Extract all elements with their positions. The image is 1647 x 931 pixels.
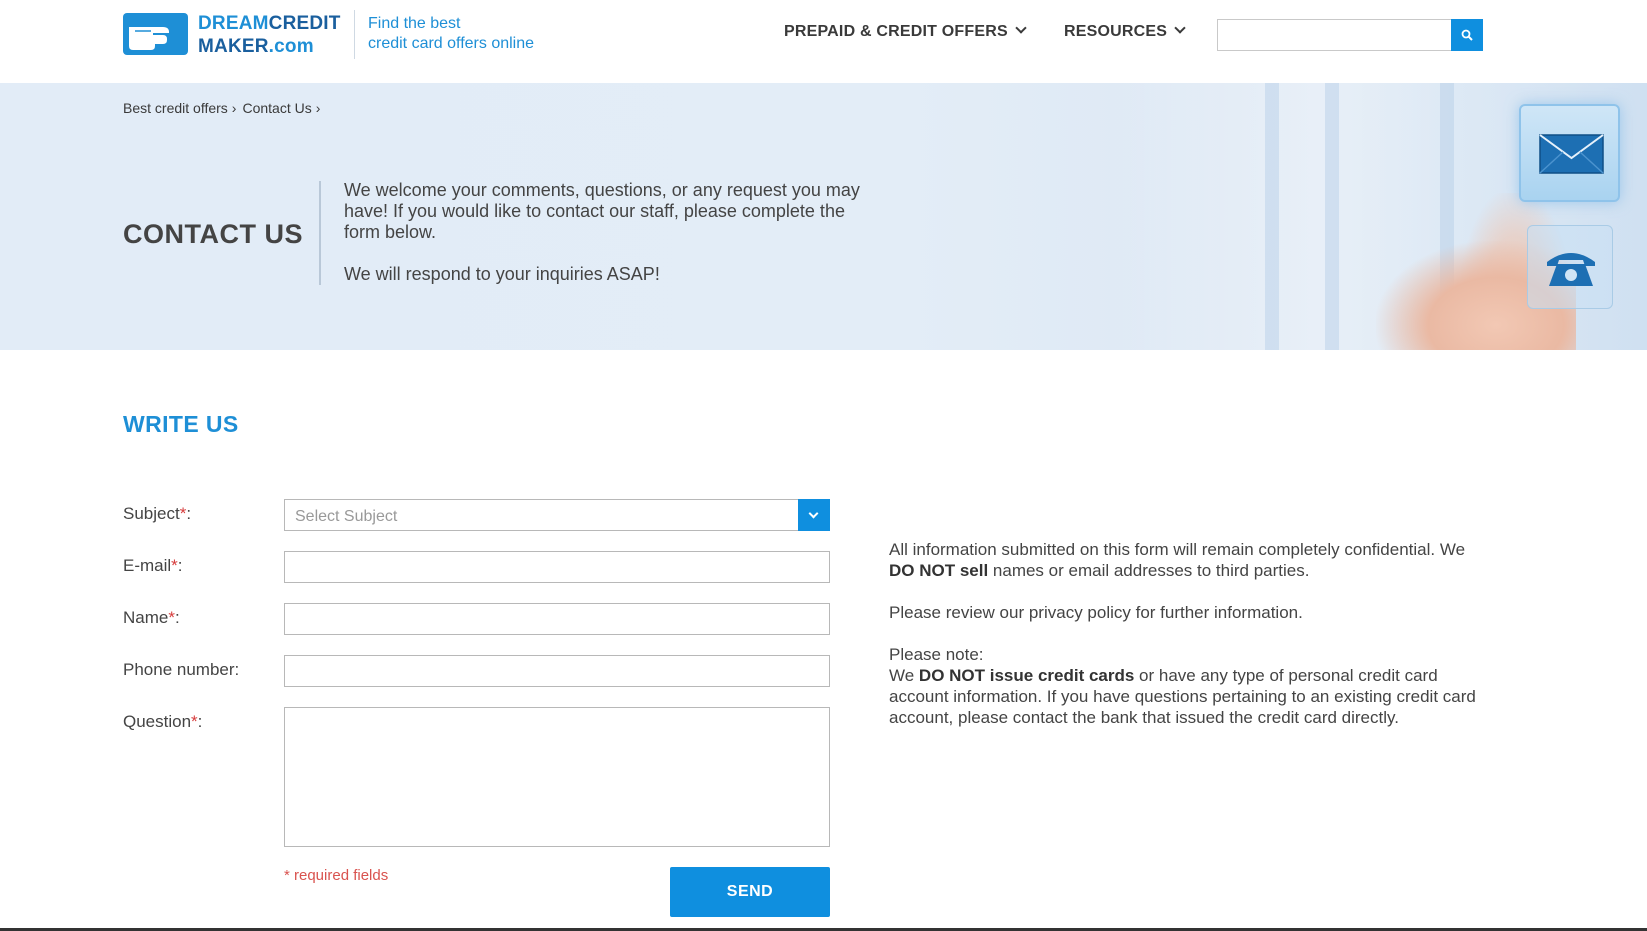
- question-textarea[interactable]: [284, 707, 830, 847]
- label-suffix: :: [234, 660, 240, 679]
- hero-intro-text: We welcome your comments, questions, or …: [344, 180, 860, 242]
- search-input[interactable]: [1217, 19, 1452, 51]
- nav-resources-label: RESOURCES: [1064, 23, 1168, 40]
- label-subject-text: Subject: [123, 504, 180, 523]
- confidential-text-bold: DO NOT sell: [889, 561, 989, 580]
- label-suffix: :: [174, 608, 180, 627]
- label-phone: Phone number:: [123, 660, 239, 680]
- confidential-text-b: names or email addresses to third partie…: [988, 561, 1310, 580]
- label-suffix: :: [177, 556, 183, 575]
- nav-resources[interactable]: RESOURCES: [1064, 22, 1186, 41]
- info-panel: All information submitted on this form w…: [889, 539, 1489, 728]
- name-field[interactable]: [284, 603, 830, 635]
- label-name: Name*:: [123, 608, 180, 628]
- confidential-note: All information submitted on this form w…: [889, 539, 1489, 581]
- please-note-text-a: We: [889, 666, 919, 685]
- tagline-line-2: credit card offers online: [368, 35, 535, 52]
- page-title: CONTACT US: [123, 219, 303, 249]
- site-header: DREAMCREDIT MAKER.com Find the best cred…: [0, 0, 1647, 83]
- please-note-heading: Please note:: [889, 645, 984, 664]
- breadcrumb-separator: ›: [315, 100, 321, 116]
- subject-select-value: Select Subject: [295, 508, 398, 525]
- label-suffix: :: [197, 712, 203, 731]
- telephone-icon: [1527, 225, 1613, 309]
- email-field[interactable]: [284, 551, 830, 583]
- nav-prepaid-credit-offers[interactable]: PREPAID & CREDIT OFFERS: [784, 22, 1027, 41]
- label-subject: Subject*:: [123, 504, 191, 524]
- search-button[interactable]: [1451, 19, 1483, 51]
- subject-dropdown-button[interactable]: [798, 499, 830, 531]
- logo-hand-icon[interactable]: [123, 13, 188, 55]
- required-fields-note: * required fields: [284, 867, 389, 884]
- label-question-text: Question: [123, 712, 192, 731]
- chevron-down-icon: [1015, 22, 1027, 34]
- breadcrumb-item-contact[interactable]: Contact Us: [242, 100, 311, 116]
- section-title-write-us: WRITE US: [123, 411, 239, 437]
- envelope-icon: [1519, 104, 1620, 202]
- logo-word-maker: MAKER: [198, 36, 269, 57]
- hero-background-stripe: [1325, 83, 1339, 350]
- logo-word-com: .com: [268, 36, 314, 57]
- label-suffix: :: [186, 504, 192, 523]
- breadcrumb-item-home[interactable]: Best credit offers: [123, 100, 228, 116]
- hero-divider: [319, 181, 321, 285]
- nav-prepaid-label: PREPAID & CREDIT OFFERS: [784, 23, 1008, 40]
- required-mark: *: [171, 556, 178, 575]
- chevron-down-icon: [1174, 22, 1186, 34]
- phone-field[interactable]: [284, 655, 830, 687]
- hero-background-stripe: [1265, 83, 1279, 350]
- hero-intro: We welcome your comments, questions, or …: [344, 180, 864, 285]
- label-phone-text: Phone number: [123, 660, 235, 679]
- logo-word-credit: CREDIT: [268, 13, 341, 34]
- search-icon: [1461, 29, 1473, 41]
- please-note: Please note: We DO NOT issue credit cards…: [889, 644, 1489, 728]
- please-note-text-bold: DO NOT issue credit cards: [918, 666, 1135, 685]
- breadcrumb-separator: ›: [231, 100, 237, 116]
- tagline: Find the best credit card offers online: [368, 14, 534, 54]
- label-name-text: Name: [123, 608, 169, 627]
- logo-word-dream: DREAM: [198, 13, 269, 34]
- confidential-text-a: All information submitted on this form w…: [889, 540, 1466, 559]
- required-mark: *: [191, 712, 198, 731]
- send-button[interactable]: SEND: [670, 867, 830, 917]
- breadcrumb: Best credit offers › Contact Us ›: [123, 100, 326, 116]
- hero-banner: Best credit offers › Contact Us › CONTACT U…: [0, 83, 1647, 350]
- label-question: Question*:: [123, 712, 202, 732]
- privacy-note: Please review our privacy policy for fur…: [889, 603, 1303, 622]
- logo-wordmark[interactable]: DREAMCREDIT MAKER.com: [198, 12, 341, 58]
- chevron-down-icon: [808, 508, 819, 519]
- tagline-line-1: Find the best: [368, 15, 461, 32]
- logo-divider: [354, 10, 355, 59]
- required-mark: *: [168, 608, 175, 627]
- hero-response-text: We will respond to your inquiries ASAP!: [344, 264, 660, 284]
- label-email-text: E-mail: [123, 556, 172, 575]
- subject-select[interactable]: Select Subject: [284, 499, 830, 531]
- label-email: E-mail*:: [123, 556, 183, 576]
